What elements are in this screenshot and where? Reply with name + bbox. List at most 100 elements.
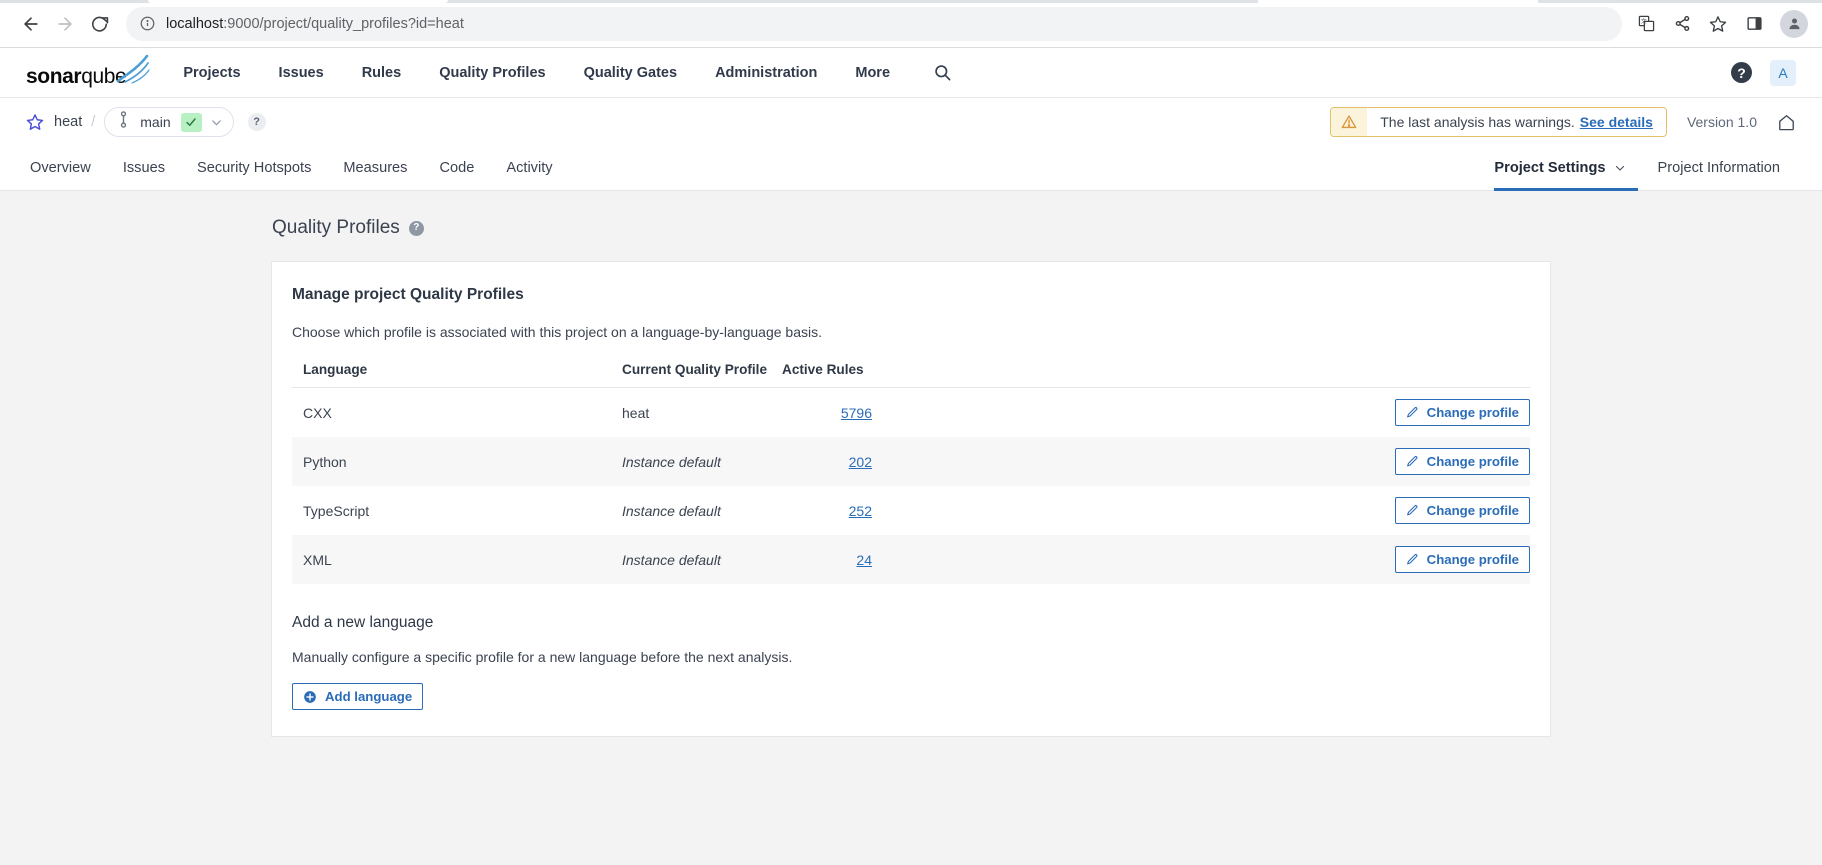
url-path: :9000/project/quality_profiles?id=heat — [223, 16, 464, 32]
breadcrumb-project-name[interactable]: heat — [54, 114, 82, 130]
cell-active-rules: 202 — [782, 437, 872, 486]
column-header-active-rules: Active Rules — [782, 362, 872, 388]
page-heading: Quality Profiles ? — [271, 217, 1551, 239]
change-profile-button[interactable]: Change profile — [1395, 448, 1530, 475]
logo-swoosh-icon — [116, 54, 150, 89]
page-title-help-icon[interactable]: ? — [409, 221, 424, 236]
cell-action: Change profile — [872, 388, 1530, 438]
active-rules-link[interactable]: 24 — [856, 552, 872, 568]
change-profile-button[interactable]: Change profile — [1395, 497, 1530, 524]
tab-security-hotspots[interactable]: Security Hotspots — [181, 146, 327, 190]
chevron-down-icon — [1614, 162, 1626, 174]
tab-project-settings-label: Project Settings — [1494, 160, 1605, 176]
nav-item-administration[interactable]: Administration — [696, 65, 836, 81]
cell-profile: heat — [622, 388, 782, 438]
browser-toolbar: localhost:9000/project/quality_profiles?… — [0, 0, 1822, 48]
tab-overview[interactable]: Overview — [26, 146, 107, 190]
pencil-icon — [1406, 455, 1419, 468]
nav-item-issues[interactable]: Issues — [260, 65, 343, 81]
browser-tab-active[interactable] — [148, 0, 448, 3]
url-text: localhost:9000/project/quality_profiles?… — [166, 16, 464, 32]
home-icon[interactable] — [1777, 113, 1796, 132]
share-icon[interactable] — [1666, 8, 1698, 40]
project-version-label: Version 1.0 — [1687, 114, 1757, 130]
global-header: sonarqube Projects Issues Rules Quality … — [0, 48, 1822, 98]
bookmark-star-icon[interactable] — [1702, 8, 1734, 40]
search-icon[interactable] — [925, 63, 960, 82]
side-panel-icon[interactable] — [1738, 8, 1770, 40]
global-header-right: ? A — [1731, 60, 1796, 86]
translate-icon[interactable]: 文 — [1630, 8, 1662, 40]
warning-triangle-icon — [1331, 108, 1367, 136]
quality-profiles-card: Manage project Quality Profiles Choose w… — [271, 261, 1551, 737]
warning-message: The last analysis has warnings. — [1380, 114, 1575, 130]
content-container: Quality Profiles ? Manage project Qualit… — [271, 217, 1551, 737]
column-header-language: Language — [292, 362, 622, 388]
page-body: Quality Profiles ? Manage project Qualit… — [0, 191, 1822, 865]
cell-active-rules: 5796 — [782, 388, 872, 438]
cell-active-rules: 252 — [782, 486, 872, 535]
tab-project-settings[interactable]: Project Settings — [1490, 146, 1641, 190]
branch-selector[interactable]: main — [104, 107, 233, 137]
cell-profile: Instance default — [622, 535, 782, 584]
nav-item-more[interactable]: More — [836, 65, 909, 81]
logo-wordmark: sonarqube — [26, 66, 126, 87]
table-row: Python Instance default 202 — [292, 437, 1530, 486]
tab-activity[interactable]: Activity — [490, 146, 568, 190]
favorite-star-icon[interactable] — [26, 113, 44, 131]
forward-button[interactable] — [48, 7, 82, 41]
change-profile-label: Change profile — [1427, 405, 1519, 420]
cell-profile: Instance default — [622, 486, 782, 535]
table-body: CXX heat 5796 — [292, 388, 1530, 585]
project-tabs-right: Project Settings Project Information — [1490, 146, 1796, 190]
tab-issues[interactable]: Issues — [107, 146, 181, 190]
add-language-description: Manually configure a specific profile fo… — [292, 649, 1530, 665]
cell-action: Change profile — [872, 486, 1530, 535]
tab-project-information[interactable]: Project Information — [1642, 146, 1796, 190]
cell-language: TypeScript — [292, 486, 622, 535]
tab-code[interactable]: Code — [423, 146, 490, 190]
active-rules-link[interactable]: 5796 — [841, 405, 872, 421]
cell-action: Change profile — [872, 437, 1530, 486]
profile-avatar-icon[interactable] — [1780, 10, 1808, 38]
see-details-link[interactable]: See details — [1580, 114, 1653, 130]
address-bar[interactable]: localhost:9000/project/quality_profiles?… — [126, 7, 1622, 41]
help-icon[interactable]: ? — [1731, 62, 1752, 83]
change-profile-button[interactable]: Change profile — [1395, 546, 1530, 573]
chevron-down-icon[interactable] — [210, 116, 223, 129]
nav-item-rules[interactable]: Rules — [343, 65, 421, 81]
quality-profiles-table: Language Current Quality Profile Active … — [292, 362, 1530, 584]
nav-item-quality-profiles[interactable]: Quality Profiles — [420, 65, 564, 81]
breadcrumb-separator: / — [91, 114, 95, 130]
cell-action: Change profile — [872, 535, 1530, 584]
warning-text-wrap: The last analysis has warnings. See deta… — [1367, 108, 1666, 136]
nav-item-projects[interactable]: Projects — [164, 65, 259, 81]
tab-measures[interactable]: Measures — [327, 146, 423, 190]
pencil-icon — [1406, 406, 1419, 419]
back-button[interactable] — [14, 7, 48, 41]
avatar[interactable]: A — [1770, 60, 1796, 86]
table-row: XML Instance default 24 — [292, 535, 1530, 584]
change-profile-button[interactable]: Change profile — [1395, 399, 1530, 426]
logo-bold-text: sonar — [26, 65, 81, 88]
project-bar-right: The last analysis has warnings. See deta… — [1330, 107, 1796, 137]
sonarqube-logo[interactable]: sonarqube — [26, 56, 126, 90]
add-language-button[interactable]: Add language — [292, 683, 423, 710]
active-rules-link[interactable]: 252 — [849, 503, 872, 519]
check-icon — [181, 113, 202, 132]
nav-item-quality-gates[interactable]: Quality Gates — [565, 65, 696, 81]
active-rules-link[interactable]: 202 — [849, 454, 872, 470]
branch-help-icon[interactable]: ? — [248, 113, 266, 131]
cell-language: Python — [292, 437, 622, 486]
plus-circle-icon — [303, 690, 317, 704]
browser-tab-secondary[interactable] — [1258, 0, 1538, 3]
add-language-title: Add a new language — [292, 614, 1530, 632]
reload-button[interactable] — [82, 7, 116, 41]
table-header-row: Language Current Quality Profile Active … — [292, 362, 1530, 388]
pencil-icon — [1406, 504, 1419, 517]
cell-profile: Instance default — [622, 437, 782, 486]
project-tabs-left: Overview Issues Security Hotspots Measur… — [26, 146, 569, 190]
site-info-icon[interactable] — [140, 16, 155, 31]
branch-name: main — [138, 114, 172, 130]
add-language-label: Add language — [325, 689, 412, 704]
